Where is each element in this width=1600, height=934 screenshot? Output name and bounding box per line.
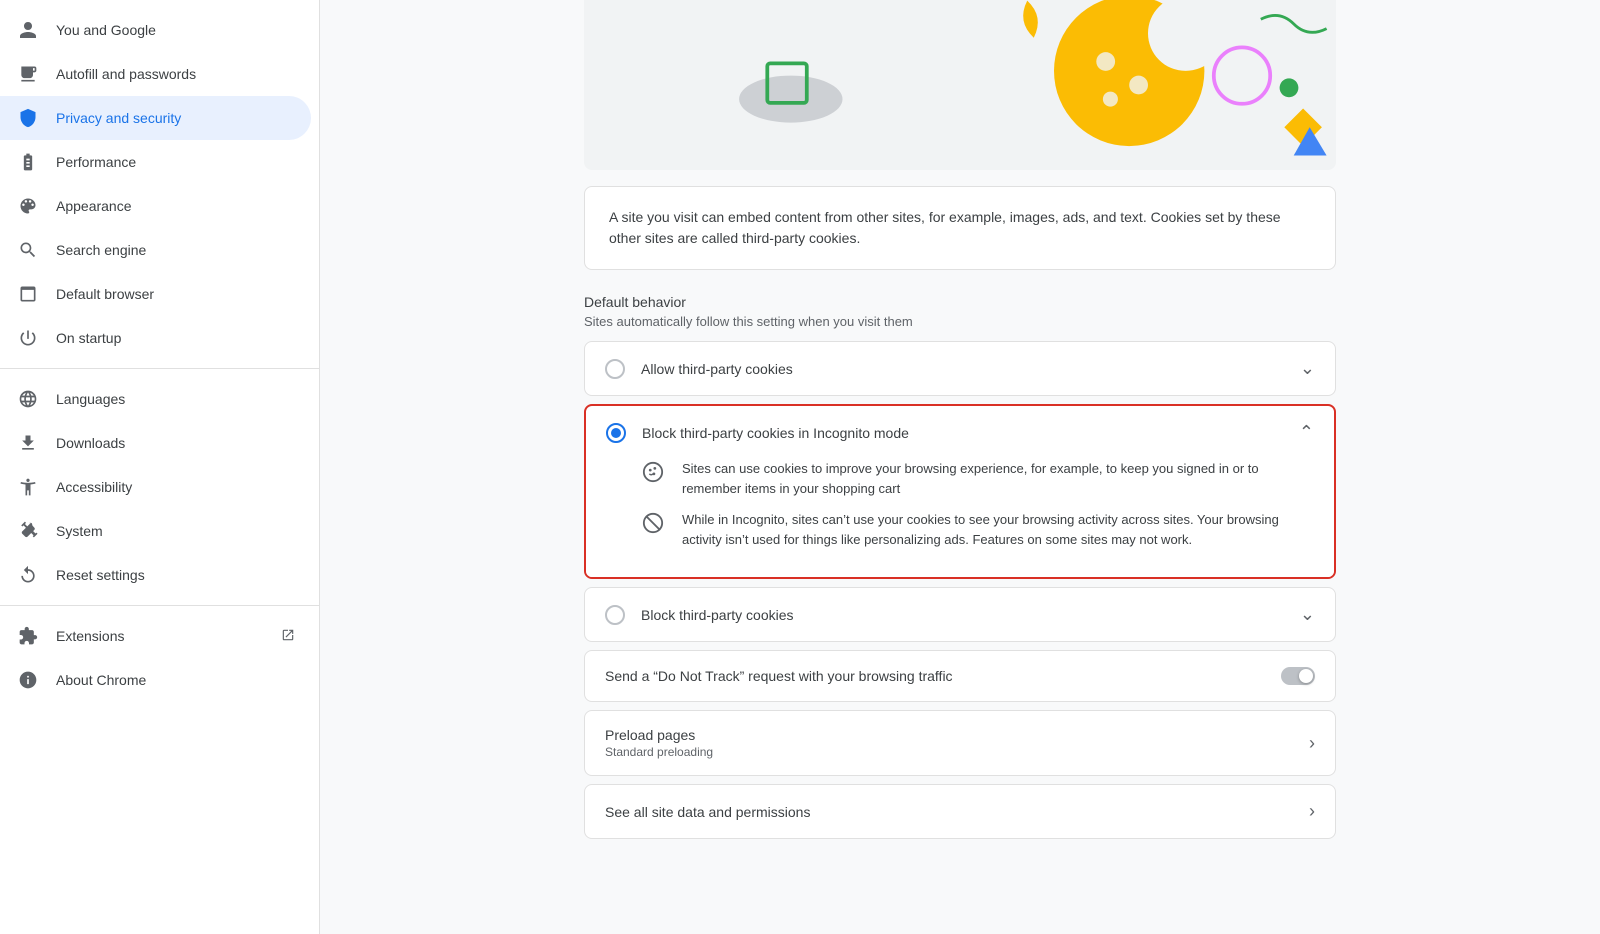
sidebar-item-about-chrome[interactable]: About Chrome xyxy=(0,658,311,702)
sidebar-item-label: Extensions xyxy=(56,628,261,644)
sidebar-item-appearance[interactable]: Appearance xyxy=(0,184,311,228)
option-row-allow[interactable]: Allow third-party cookies ⌄ xyxy=(585,342,1335,395)
power-icon xyxy=(16,326,40,350)
speed-icon xyxy=(16,150,40,174)
arrow-right-icon: › xyxy=(1309,733,1315,754)
search-icon xyxy=(16,238,40,262)
sidebar-item-label: You and Google xyxy=(56,22,295,38)
sidebar-item-accessibility[interactable]: Accessibility xyxy=(0,465,311,509)
shield-icon xyxy=(16,106,40,130)
illustration xyxy=(584,0,1336,170)
detail-row-cookies: Sites can use cookies to improve your br… xyxy=(642,459,1314,498)
site-data-text: See all site data and permissions xyxy=(605,804,1293,820)
sidebar-item-privacy-security[interactable]: Privacy and security xyxy=(0,96,311,140)
reset-icon xyxy=(16,563,40,587)
sidebar-item-label: System xyxy=(56,523,295,539)
do-not-track-text: Send a “Do Not Track” request with your … xyxy=(605,668,1265,684)
do-not-track-row[interactable]: Send a “Do Not Track” request with your … xyxy=(584,650,1336,702)
preload-pages-text: Preload pages Standard preloading xyxy=(605,727,1293,759)
section-subtitle: Sites automatically follow this setting … xyxy=(584,314,1336,329)
globe-icon xyxy=(16,387,40,411)
site-data-title: See all site data and permissions xyxy=(605,804,1293,820)
description-box: A site you visit can embed content from … xyxy=(584,186,1336,270)
content-area: A site you visit can embed content from … xyxy=(560,0,1360,887)
block-icon xyxy=(642,512,666,536)
detail-text-incognito: While in Incognito, sites can’t use your… xyxy=(682,510,1314,549)
option-row-block-incognito[interactable]: Block third-party cookies in Incognito m… xyxy=(586,406,1334,459)
option-allow-cookies[interactable]: Allow third-party cookies ⌄ xyxy=(584,341,1336,396)
sidebar-item-label: Autofill and passwords xyxy=(56,66,295,82)
do-not-track-toggle[interactable] xyxy=(1281,667,1315,685)
sidebar-item-system[interactable]: System xyxy=(0,509,311,553)
sidebar-item-on-startup[interactable]: On startup xyxy=(0,316,311,360)
sidebar-item-label: Search engine xyxy=(56,242,295,258)
option-details-block-incognito: Sites can use cookies to improve your br… xyxy=(586,459,1334,577)
person-icon xyxy=(16,18,40,42)
sidebar-item-label: Appearance xyxy=(56,198,295,214)
cookie-icon xyxy=(642,461,666,485)
sidebar-item-search-engine[interactable]: Search engine xyxy=(0,228,311,272)
sidebar-item-downloads[interactable]: Downloads xyxy=(0,421,311,465)
arrow-right-icon-2: › xyxy=(1309,801,1315,822)
badge-icon xyxy=(16,62,40,86)
chevron-up-icon: ⌃ xyxy=(1299,422,1314,443)
option-row-block-all[interactable]: Block third-party cookies ⌄ xyxy=(585,588,1335,641)
chevron-down-icon-2: ⌄ xyxy=(1300,604,1315,625)
sidebar-item-label: Privacy and security xyxy=(56,110,295,126)
sidebar-item-default-browser[interactable]: Default browser xyxy=(0,272,311,316)
accessibility-icon xyxy=(16,475,40,499)
sidebar-item-label: On startup xyxy=(56,330,295,346)
wrench-icon xyxy=(16,519,40,543)
preload-pages-title: Preload pages xyxy=(605,727,1293,743)
sidebar-item-performance[interactable]: Performance xyxy=(0,140,311,184)
palette-icon xyxy=(16,194,40,218)
download-icon xyxy=(16,431,40,455)
site-data-row[interactable]: See all site data and permissions › xyxy=(584,784,1336,839)
option-label-block-all: Block third-party cookies xyxy=(641,607,1284,623)
sidebar-item-you-and-google[interactable]: You and Google xyxy=(0,8,311,52)
sidebar-item-label: Downloads xyxy=(56,435,295,451)
info-icon xyxy=(16,668,40,692)
section-title: Default behavior xyxy=(584,294,1336,310)
sidebar-item-autofill[interactable]: Autofill and passwords xyxy=(0,52,311,96)
sidebar-item-label: Default browser xyxy=(56,286,295,302)
option-label-allow: Allow third-party cookies xyxy=(641,361,1284,377)
do-not-track-title: Send a “Do Not Track” request with your … xyxy=(605,668,1265,684)
option-block-all[interactable]: Block third-party cookies ⌄ xyxy=(584,587,1336,642)
preload-pages-row[interactable]: Preload pages Standard preloading › xyxy=(584,710,1336,776)
nav-separator-2 xyxy=(0,605,319,606)
external-link-icon xyxy=(281,628,295,645)
radio-block-all[interactable] xyxy=(605,605,625,625)
browser-icon xyxy=(16,282,40,306)
chevron-down-icon: ⌄ xyxy=(1300,358,1315,379)
radio-allow[interactable] xyxy=(605,359,625,379)
sidebar-item-label: Languages xyxy=(56,391,295,407)
sidebar-item-languages[interactable]: Languages xyxy=(0,377,311,421)
description-text: A site you visit can embed content from … xyxy=(609,207,1311,249)
sidebar-item-label: About Chrome xyxy=(56,672,295,688)
detail-text-cookies: Sites can use cookies to improve your br… xyxy=(682,459,1314,498)
option-block-incognito[interactable]: Block third-party cookies in Incognito m… xyxy=(584,404,1336,579)
nav-separator xyxy=(0,368,319,369)
sidebar: You and Google Autofill and passwords Pr… xyxy=(0,0,320,934)
radio-block-incognito[interactable] xyxy=(606,423,626,443)
main-content: A site you visit can embed content from … xyxy=(320,0,1600,934)
sidebar-item-label: Reset settings xyxy=(56,567,295,583)
detail-row-incognito: While in Incognito, sites can’t use your… xyxy=(642,510,1314,549)
option-label-block-incognito: Block third-party cookies in Incognito m… xyxy=(642,425,1283,441)
sidebar-item-label: Performance xyxy=(56,154,295,170)
sidebar-item-label: Accessibility xyxy=(56,479,295,495)
sidebar-item-extensions[interactable]: Extensions xyxy=(0,614,311,658)
sidebar-item-reset-settings[interactable]: Reset settings xyxy=(0,553,311,597)
puzzle-icon xyxy=(16,624,40,648)
preload-pages-subtitle: Standard preloading xyxy=(605,745,1293,759)
